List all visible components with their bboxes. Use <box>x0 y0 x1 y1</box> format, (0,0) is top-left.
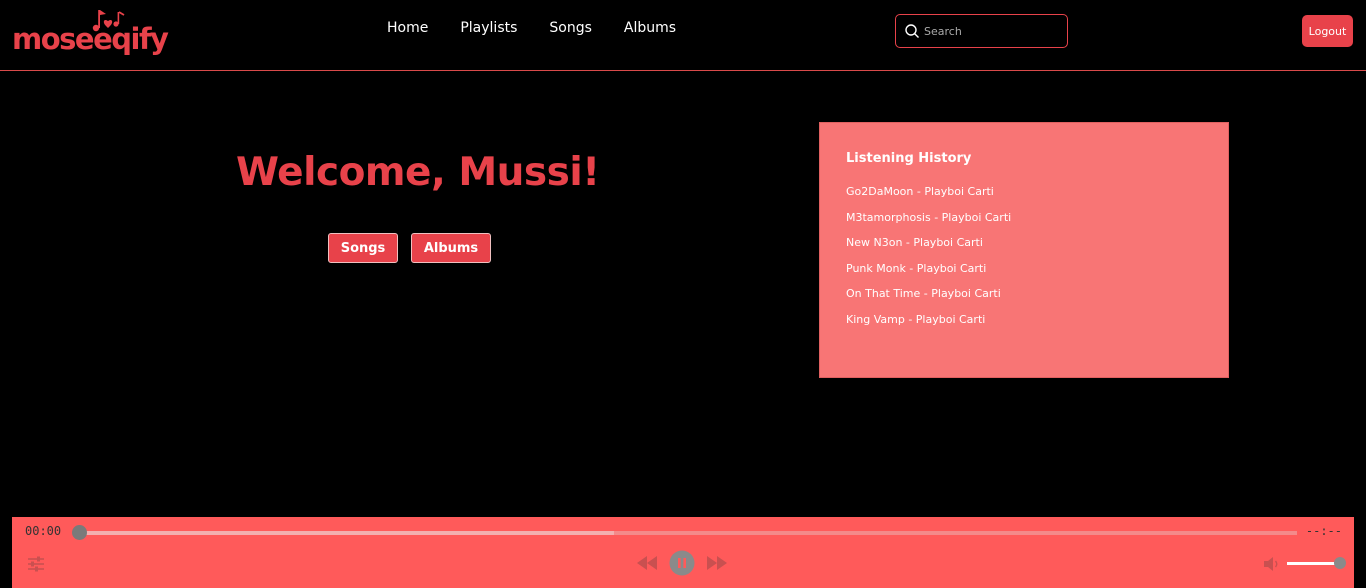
progress-bar[interactable] <box>78 531 1297 535</box>
progress-thumb[interactable] <box>72 525 87 540</box>
history-item[interactable]: M3tamorphosis - Playboi Carti <box>846 211 1011 237</box>
nav-albums[interactable]: Albums <box>624 20 676 36</box>
listening-history-title: Listening History <box>846 151 972 166</box>
history-list: Go2DaMoon - Playboi Carti M3tamorphosis … <box>846 185 1011 339</box>
top-navbar: moseeqify Home Playlists Songs Albums Lo… <box>0 0 1366 71</box>
main-nav: Home Playlists Songs Albums <box>387 20 708 36</box>
logo[interactable]: moseeqify <box>12 6 169 62</box>
nav-home[interactable]: Home <box>387 20 428 36</box>
logo-text: moseeqify <box>12 22 169 56</box>
history-item[interactable]: Go2DaMoon - Playboi Carti <box>846 185 1011 211</box>
current-time: 00:00 <box>25 524 62 538</box>
nav-songs[interactable]: Songs <box>549 20 592 36</box>
pause-icon[interactable] <box>669 550 695 576</box>
volume-thumb[interactable] <box>1334 557 1346 569</box>
volume-icon[interactable] <box>1263 556 1280 572</box>
history-item[interactable]: Punk Monk - Playboi Carti <box>846 262 1011 288</box>
history-item[interactable]: King Vamp - Playboi Carti <box>846 313 1011 339</box>
search-input[interactable] <box>924 24 1064 38</box>
equalizer-icon[interactable] <box>27 556 45 572</box>
songs-button[interactable]: Songs <box>328 233 398 263</box>
search-icon <box>905 24 919 38</box>
history-item[interactable]: New N3on - Playboi Carti <box>846 236 1011 262</box>
listening-history-panel: Listening History Go2DaMoon - Playboi Ca… <box>819 122 1229 378</box>
welcome-heading: Welcome, Mussi! <box>236 150 600 195</box>
logout-button[interactable]: Logout <box>1302 15 1353 47</box>
search-box[interactable] <box>895 14 1068 48</box>
audio-player: 00:00 --:-- <box>12 517 1354 588</box>
progress-buffered <box>78 531 614 535</box>
rewind-icon[interactable] <box>636 550 658 576</box>
fast-forward-icon[interactable] <box>706 550 728 576</box>
nav-playlists[interactable]: Playlists <box>460 20 517 36</box>
albums-button[interactable]: Albums <box>411 233 491 263</box>
duration: --:-- <box>1305 524 1342 538</box>
history-item[interactable]: On That Time - Playboi Carti <box>846 287 1011 313</box>
